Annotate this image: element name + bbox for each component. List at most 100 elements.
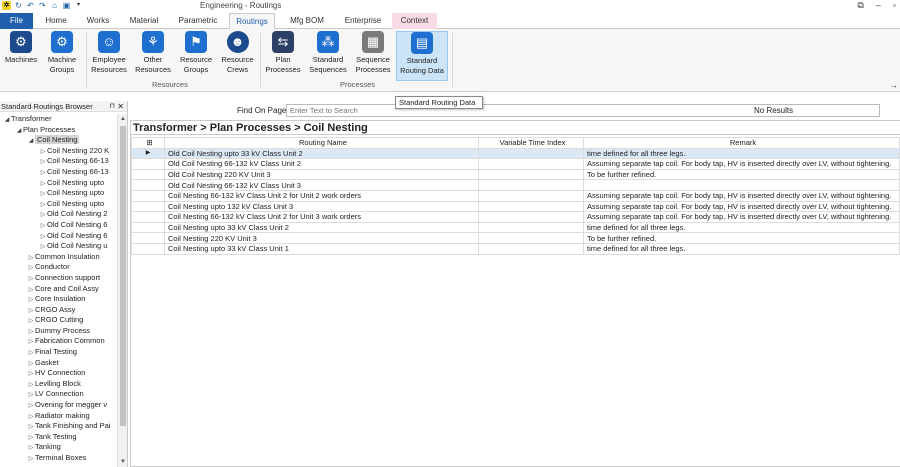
collapsed-arrow-icon[interactable]: ▷ xyxy=(39,200,47,210)
restore-icon[interactable]: ⧉ xyxy=(857,0,863,11)
cell-variable-time-index[interactable] xyxy=(478,242,584,255)
collapsed-arrow-icon[interactable]: ▷ xyxy=(27,295,35,305)
table-row[interactable]: ▶ Old Coil Nesting upto 33 kV Class Unit … xyxy=(131,147,900,160)
customize-qat-icon[interactable]: ▾ xyxy=(74,1,83,10)
row-header-cell[interactable] xyxy=(131,179,165,191)
cell-routing-name[interactable]: Coil Nesting 66-132 kV Class Unit 2 for … xyxy=(164,211,479,223)
tree-node[interactable]: ▷ Levlling Block xyxy=(0,379,117,390)
tab-context[interactable]: Context xyxy=(392,13,437,29)
cell-variable-time-index[interactable] xyxy=(478,179,584,191)
cell-routing-name[interactable]: Coil Nesting 66-132 kV Class Unit 2 for … xyxy=(164,189,479,202)
ribbon-collapse-icon[interactable]: → xyxy=(890,81,898,90)
tree-node[interactable]: ▷ Core Insulation xyxy=(0,294,117,305)
minimize-icon[interactable]: – xyxy=(876,0,881,11)
table-row[interactable]: Coil Nesting 66-132 kV Class Unit 2 for … xyxy=(131,211,900,223)
tree-node[interactable]: ▷ Final Testing xyxy=(0,347,117,358)
collapsed-arrow-icon[interactable]: ▷ xyxy=(39,157,47,167)
tree-node[interactable]: ▷ CRGO Assy xyxy=(0,305,117,316)
collapsed-arrow-icon[interactable]: ▷ xyxy=(27,390,35,400)
tab-file[interactable]: File xyxy=(0,13,33,29)
cell-routing-name[interactable]: Old Coil Nesting 66-132 kV Class Unit 2 xyxy=(164,158,479,170)
tab-parametric[interactable]: Parametric xyxy=(172,13,224,29)
cell-variable-time-index[interactable] xyxy=(478,232,584,244)
row-header-cell[interactable] xyxy=(131,168,165,181)
tree-node[interactable]: ▷ Gasket xyxy=(0,358,117,369)
collapsed-arrow-icon[interactable]: ▷ xyxy=(39,168,47,178)
standard-sequences-button[interactable]: ⁂ Standard Sequences xyxy=(306,31,350,81)
employee-resources-button[interactable]: ☺ Employee Resources xyxy=(89,31,129,81)
tree-node[interactable]: ▷ CRGO Cutting xyxy=(0,315,117,326)
cell-remark[interactable]: To be further refined. xyxy=(583,168,900,181)
cell-variable-time-index[interactable] xyxy=(478,147,584,160)
collapsed-arrow-icon[interactable]: ▷ xyxy=(27,348,35,358)
tree-node[interactable]: ▷ HV Connection xyxy=(0,368,117,379)
cell-remark[interactable]: Assuming separate tap coil. For body tap… xyxy=(583,158,900,170)
tree-node[interactable]: ▷ Connection support xyxy=(0,273,117,284)
tree-scrollbar[interactable]: ▲ ▼ xyxy=(117,114,127,467)
table-row[interactable]: Old Coil Nesting 66-132 kV Class Unit 2 A… xyxy=(131,158,900,170)
cell-remark[interactable]: time defined for all three legs. xyxy=(583,242,900,255)
refresh-icon[interactable]: ↻ xyxy=(14,1,23,10)
cell-remark[interactable] xyxy=(583,179,900,191)
resource-crews-button[interactable]: ☻ Resource Crews xyxy=(219,31,256,81)
scroll-up-icon[interactable]: ▲ xyxy=(118,114,128,124)
cell-routing-name[interactable]: Coil Nesting upto 132 kV Class Unit 3 xyxy=(164,200,479,213)
collapsed-arrow-icon[interactable]: ▷ xyxy=(27,422,35,432)
home-icon[interactable]: ⌂ xyxy=(50,1,59,10)
collapsed-arrow-icon[interactable]: ▷ xyxy=(27,369,35,379)
collapsed-arrow-icon[interactable]: ▷ xyxy=(27,443,35,453)
tree-node[interactable]: ◢ Coil Nesting xyxy=(0,135,117,146)
standard-routing-data-button[interactable]: ▤ Standard Routing Data xyxy=(396,31,448,81)
collapsed-arrow-icon[interactable]: ▷ xyxy=(39,147,47,157)
print-icon[interactable]: ▣ xyxy=(62,1,71,10)
table-row[interactable]: Old Coil Nesting 66-132 kV Class Unit 3 xyxy=(131,179,900,191)
machines-button[interactable]: ⚙ Machines xyxy=(3,31,39,81)
collapsed-arrow-icon[interactable]: ▷ xyxy=(27,285,35,295)
tree-node[interactable]: ▷ Conductor xyxy=(0,262,117,273)
cell-routing-name[interactable]: Coil Nesting upto 33 kV Class Unit 1 xyxy=(164,242,479,255)
cell-variable-time-index[interactable] xyxy=(478,158,584,170)
collapsed-arrow-icon[interactable]: ▷ xyxy=(27,412,35,422)
collapsed-arrow-icon[interactable]: ▷ xyxy=(27,359,35,369)
expanded-arrow-icon[interactable]: ◢ xyxy=(3,115,11,125)
tree-node[interactable]: ▷ Coil Nesting upto xyxy=(0,199,117,210)
tree-node[interactable]: ▷ Radiator making xyxy=(0,411,117,422)
collapsed-arrow-icon[interactable]: ▷ xyxy=(27,454,35,464)
tab-enterprise[interactable]: Enterprise xyxy=(338,13,388,29)
cell-routing-name[interactable]: Old Coil Nesting 66-132 kV Class Unit 3 xyxy=(164,179,479,191)
tree-node[interactable]: ◢ Plan Processes xyxy=(0,125,117,136)
tree-node[interactable]: ▷ Tanking xyxy=(0,442,117,453)
cell-routing-name[interactable]: Old Coil Nesting upto 33 kV Class Unit 2 xyxy=(164,147,479,160)
tree-node[interactable]: ▷ Coil Nesting upto xyxy=(0,188,117,199)
collapsed-arrow-icon[interactable]: ▷ xyxy=(27,380,35,390)
row-header-cell[interactable] xyxy=(131,232,165,244)
collapsed-arrow-icon[interactable]: ▷ xyxy=(27,253,35,263)
collapsed-arrow-icon[interactable]: ▷ xyxy=(39,210,47,220)
tab-mfg-bom[interactable]: Mfg BOM xyxy=(282,13,332,29)
cell-variable-time-index[interactable] xyxy=(478,200,584,213)
tree-node[interactable]: ◢ Transformer xyxy=(0,114,117,125)
tree-node[interactable]: ▷ Dummy Process xyxy=(0,326,117,337)
column-header-variable-time-index[interactable]: Variable Time Index xyxy=(478,137,584,149)
table-row[interactable]: Old Coil Nesting 220 KV Unit 3 To be furt… xyxy=(131,168,900,181)
table-row[interactable]: Coil Nesting upto 132 kV Class Unit 3 Ass… xyxy=(131,200,900,213)
collapsed-arrow-icon[interactable]: ▷ xyxy=(27,401,35,411)
table-row[interactable]: Coil Nesting upto 33 kV Class Unit 1 time… xyxy=(131,242,900,255)
cell-routing-name[interactable]: Old Coil Nesting 220 KV Unit 3 xyxy=(164,168,479,181)
collapsed-arrow-icon[interactable]: ▷ xyxy=(27,263,35,273)
tree-node[interactable]: ▷ Coil Nesting 66-13 xyxy=(0,167,117,178)
tree-node[interactable]: ▷ Terminal Boxes xyxy=(0,453,117,464)
cell-variable-time-index[interactable] xyxy=(478,168,584,181)
other-resources-button[interactable]: ⚘ Other Resources xyxy=(133,31,173,81)
tree-node[interactable]: ▷ Common Insulation xyxy=(0,252,117,263)
cell-variable-time-index[interactable] xyxy=(478,221,584,234)
cell-remark[interactable]: Assuming separate tap coil. For body tap… xyxy=(583,200,900,213)
collapsed-arrow-icon[interactable]: ▷ xyxy=(27,327,35,337)
tree-node[interactable]: ▷ Ovening for megger v xyxy=(0,400,117,411)
tab-works[interactable]: Works xyxy=(80,13,116,29)
cell-remark[interactable]: time defined for all three legs. xyxy=(583,147,900,160)
row-header-cell[interactable] xyxy=(131,189,165,202)
row-header-cell[interactable] xyxy=(131,211,165,223)
column-chooser-icon[interactable]: ⊞ xyxy=(131,137,165,149)
routing-tree[interactable]: ◢ Transformer ◢ Plan Processes ◢ Coil Nesting… xyxy=(0,114,117,467)
